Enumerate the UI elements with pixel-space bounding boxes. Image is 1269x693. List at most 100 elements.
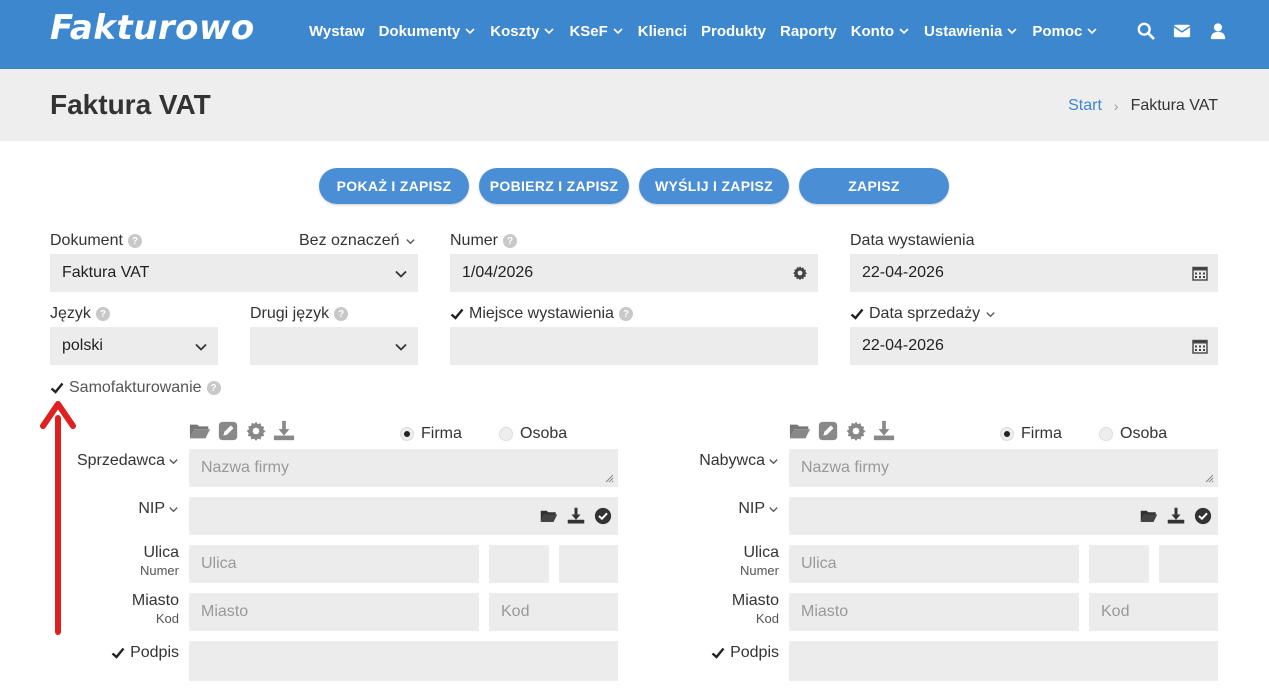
marking-dropdown[interactable]: Bez oznaczeń [299,232,416,250]
menu-item-koszty[interactable]: Koszty [483,22,562,40]
radio-selected-icon[interactable] [1000,427,1014,441]
document-type-value: Faktura VAT [62,264,150,281]
edit-icon[interactable] [217,420,239,447]
nip-dropdown[interactable]: NIP [138,500,179,518]
help-icon[interactable]: ? [95,307,110,321]
gear-icon[interactable] [845,420,867,447]
breadcrumb-start-link[interactable]: Start [1068,97,1102,115]
gear-icon[interactable] [245,420,267,447]
send-and-save-button[interactable]: WYŚLIJ I ZAPISZ [639,168,789,204]
edit-icon[interactable] [817,420,839,447]
gear-icon[interactable] [792,265,808,281]
check-circle-icon[interactable] [1194,507,1212,530]
menu-item-raporty[interactable]: Raporty [773,22,844,40]
radio-person[interactable]: Osoba [1099,425,1167,443]
download-icon[interactable] [873,420,895,447]
search-icon[interactable] [1137,22,1155,45]
user-icon[interactable] [1209,22,1227,45]
party-role-dropdown[interactable]: Sprzedawca [77,452,179,470]
envelope-icon[interactable] [1173,22,1191,45]
company-name-textarea[interactable]: Nazwa firmy [189,449,618,487]
apartment-number-input[interactable] [1159,545,1218,583]
street-input[interactable]: Ulica [189,545,479,583]
download-and-save-button[interactable]: POBIERZ I ZAPISZ [479,168,629,204]
nip-label: NIP [738,500,765,517]
folder-open-icon[interactable] [540,507,558,530]
download-icon[interactable] [273,420,295,447]
save-button[interactable]: ZAPISZ [799,168,949,204]
calendar-icon[interactable] [1192,265,1208,281]
signature-checkbox[interactable]: Podpis [111,644,179,662]
breadcrumb-current: Faktura VAT [1130,97,1218,114]
help-icon[interactable]: ? [334,307,349,321]
city-input[interactable]: Miasto [189,593,479,631]
calendar-icon[interactable] [1192,338,1208,354]
postal-code-input[interactable]: Kod [489,593,618,631]
resize-grip-icon[interactable] [604,473,614,483]
apartment-number-input[interactable] [559,545,618,583]
document-type-select[interactable]: Faktura VAT [50,254,418,292]
marking-text: Bez oznaczeń [299,232,400,249]
place-of-issue-input[interactable] [450,327,818,365]
party-role-label: Nabywca [699,452,765,469]
checkbox-checked-icon[interactable] [450,307,464,321]
radio-company-label: Firma [421,425,462,442]
radio-unselected-icon[interactable] [499,427,513,441]
language-select[interactable]: polski [50,327,218,365]
nip-input[interactable] [789,497,1218,535]
self-billing-checkbox[interactable]: Samofakturowanie ? [50,379,221,397]
radio-selected-icon[interactable] [400,427,414,441]
help-icon[interactable]: ? [206,381,221,395]
issue-date-input[interactable]: 22-04-2026 [850,254,1218,292]
checkbox-checked-icon[interactable] [711,646,725,660]
signature-input[interactable] [189,641,618,681]
radio-person[interactable]: Osoba [499,425,567,443]
menu-item-dokumenty[interactable]: Dokumenty [372,22,484,40]
check-circle-icon[interactable] [594,507,612,530]
house-number-input[interactable] [1089,545,1149,583]
folder-open-icon[interactable] [789,420,811,447]
checkbox-checked-icon[interactable] [50,381,64,395]
show-and-save-button[interactable]: POKAŻ I ZAPISZ [319,168,469,204]
resize-grip-icon[interactable] [1204,473,1214,483]
nip-actions [540,507,612,530]
folder-open-icon[interactable] [1140,507,1158,530]
nip-dropdown[interactable]: NIP [738,500,779,518]
party-role-dropdown[interactable]: Nabywca [699,452,779,470]
menu-item-konto[interactable]: Konto [844,22,917,40]
radio-company[interactable]: Firma [400,425,462,443]
street-input[interactable]: Ulica [789,545,1079,583]
logo[interactable]: Fakturowo [50,8,255,48]
company-name-textarea[interactable]: Nazwa firmy [789,449,1218,487]
menu-item-ustawienia[interactable]: Ustawienia [917,22,1025,40]
chevron-down-icon [395,343,407,351]
city-input[interactable]: Miasto [789,593,1079,631]
help-icon[interactable]: ? [503,234,518,248]
menu-item-klienci[interactable]: Klienci [631,22,694,40]
house-number-input[interactable] [489,545,549,583]
second-language-select[interactable] [250,327,418,365]
checkbox-checked-icon[interactable] [850,307,864,321]
radio-company[interactable]: Firma [1000,425,1062,443]
download-icon[interactable] [567,507,585,530]
help-icon[interactable]: ? [618,307,633,321]
street-number-sublabel: Numer [139,563,179,578]
menu-item-pomoc[interactable]: Pomoc [1025,22,1105,40]
menu-item-wystaw[interactable]: Wystaw [302,22,372,40]
checkbox-checked-icon[interactable] [111,646,125,660]
help-icon[interactable]: ? [127,234,142,248]
download-icon[interactable] [1167,507,1185,530]
signature-input[interactable] [789,641,1218,681]
number-input[interactable]: 1/04/2026 [450,254,818,292]
nip-label: NIP [138,500,165,517]
folder-open-icon[interactable] [189,420,211,447]
signature-checkbox[interactable]: Podpis [711,644,779,662]
postal-code-input[interactable]: Kod [1089,593,1218,631]
menu-item-ksef[interactable]: KSeF [562,22,630,40]
radio-unselected-icon[interactable] [1099,427,1113,441]
menu-item-produkty[interactable]: Produkty [694,22,773,40]
sale-date-input[interactable]: 22-04-2026 [850,327,1218,365]
sale-date-label[interactable]: Data sprzedaży [850,305,996,323]
party-role-label: Sprzedawca [76,452,165,469]
nip-input[interactable] [189,497,618,535]
